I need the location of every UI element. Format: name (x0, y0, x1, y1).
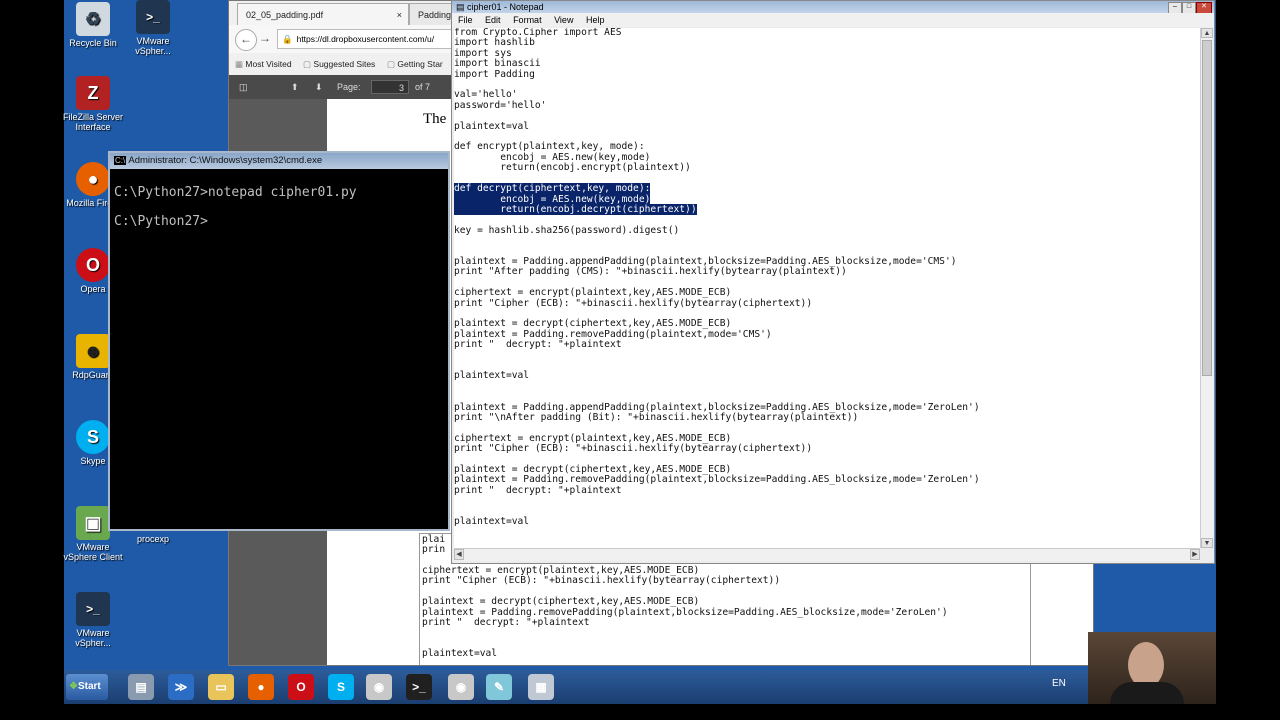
bookmark-icon: ▦ (235, 59, 244, 69)
desktop-icon-label: FileZilla Server Interface (62, 112, 123, 132)
url-text: https://dl.dropboxusercontent.com/u/ (296, 34, 435, 44)
scroll-left-icon[interactable]: ◀ (454, 549, 464, 560)
next-page-icon[interactable]: ⬇ (315, 75, 323, 99)
pdf-code-fragment-2: prin (422, 544, 446, 555)
rdpguard-icon: ☻ (76, 334, 110, 368)
terminal-icon: >_ (136, 0, 170, 34)
cmd-line: C:\Python27>notepad cipher01.py (114, 185, 357, 200)
code-text: key = hashlib.sha256(password).digest() … (454, 224, 980, 528)
scrollbar-thumb[interactable] (1202, 40, 1212, 376)
taskbar-powershell-icon[interactable]: ≫ (168, 674, 194, 700)
pdf-code-text: ciphertext = encrypt(plaintext,key,AES.M… (422, 565, 948, 660)
forward-icon[interactable]: → (259, 31, 271, 45)
bookmark-icon: ▢ (303, 59, 312, 69)
pdf-heading: The (423, 111, 447, 127)
vertical-scrollbar[interactable]: ▲ ▼ (1200, 28, 1213, 548)
notepad-titlebar[interactable]: ▤ cipher01 - Notepad – □ ✕ (452, 1, 1214, 14)
menu-format[interactable]: Format (513, 15, 542, 25)
url-bar[interactable]: 🔒 https://dl.dropboxusercontent.com/u/ (277, 29, 457, 49)
desktop-icon-procexp[interactable]: procexp (122, 534, 184, 544)
bookmark-label: Getting Star (397, 59, 443, 69)
page-label: Page: (337, 82, 361, 92)
scroll-up-icon[interactable]: ▲ (1201, 28, 1213, 38)
firefox-icon: ● (76, 162, 110, 196)
desktop-icon-vmware-top[interactable]: >_ VMware vSpher... (122, 0, 184, 56)
notepad-icon: ▤ (456, 2, 465, 12)
desktop-icon-label: procexp (136, 534, 170, 544)
cmd-title: Administrator: C:\Windows\system32\cmd.e… (128, 155, 323, 166)
tab-title: 02_05_padding.pdf (246, 10, 324, 20)
notepad-menubar: File Edit Format View Help (452, 13, 1214, 27)
sidebar-toggle-icon[interactable]: ◫ (239, 75, 248, 99)
notepad-window: ▤ cipher01 - Notepad – □ ✕ File Edit For… (451, 0, 1215, 564)
filezilla-icon: Z (76, 76, 110, 110)
taskbar-browser-2-icon[interactable]: ◉ (448, 674, 474, 700)
cmd-window: C:\ Administrator: C:\Windows\system32\c… (108, 151, 450, 531)
taskbar-cmd-icon[interactable]: >_ (406, 674, 432, 700)
code-text: from Crypto.Cipher import AES import has… (454, 28, 691, 174)
tab-pdf[interactable]: 02_05_padding.pdf × (237, 3, 409, 25)
lock-icon: 🔒 (282, 34, 293, 44)
taskbar-skype-icon[interactable]: S (328, 674, 354, 700)
taskbar (64, 670, 1216, 704)
desktop-icon-label: VMware vSpher... (75, 628, 111, 648)
bookmark-icon: ▢ (387, 59, 396, 69)
desktop-icon-vmware-vsphere[interactable]: >_ VMware vSpher... (62, 592, 124, 648)
start-label: Start (77, 681, 101, 692)
taskbar-calculator-icon[interactable]: ▦ (528, 674, 554, 700)
desktop-icon-recycle-bin[interactable]: ♻ Recycle Bin (62, 2, 124, 48)
recycle-bin-icon: ♻ (76, 2, 110, 36)
close-icon[interactable]: × (397, 4, 402, 26)
scroll-right-icon[interactable]: ▶ (1190, 549, 1200, 560)
menu-view[interactable]: View (554, 15, 573, 25)
taskbar-firefox-icon[interactable]: ● (248, 674, 274, 700)
skype-icon: S (76, 420, 110, 454)
cmd-icon: C:\ (114, 156, 127, 165)
opera-icon: O (76, 248, 110, 282)
page-total: of 7 (415, 82, 431, 92)
windows-logo-icon: ❖ (69, 681, 78, 692)
webcam-overlay (1088, 632, 1216, 704)
bookmark-label: Suggested Sites (313, 59, 376, 69)
taskbar-explorer-icon[interactable]: ▭ (208, 674, 234, 700)
language-indicator[interactable]: EN (1052, 678, 1066, 689)
bookmark-label: Most Visited (245, 59, 292, 69)
back-icon[interactable]: ← (235, 29, 257, 51)
bookmark-suggested[interactable]: ▢ Suggested Sites (303, 53, 375, 75)
desktop-icon-label: Recycle Bin (69, 38, 117, 48)
desktop-icon-label: VMware vSphere Client (63, 542, 123, 562)
page-number-input[interactable]: 3 (371, 80, 409, 94)
start-button[interactable]: ❖Start (66, 674, 108, 700)
cmd-prompt[interactable]: C:\Python27> (114, 214, 208, 229)
taskbar-chrome-like-icon[interactable]: ◉ (366, 674, 392, 700)
terminal-icon: >_ (76, 592, 110, 626)
presenter-body (1110, 682, 1184, 704)
notepad-text-area[interactable]: from Crypto.Cipher import AES import has… (454, 28, 1200, 548)
code-selection: def decrypt(ciphertext,key, mode): encob… (454, 183, 697, 215)
vsphere-icon: ▣ (76, 506, 110, 540)
desktop-icon-filezilla[interactable]: Z FileZilla Server Interface (62, 76, 124, 132)
cmd-titlebar[interactable]: C:\ Administrator: C:\Windows\system32\c… (110, 153, 448, 169)
taskbar-server-manager-icon[interactable]: ▤ (128, 674, 154, 700)
desktop-icon-label: VMware vSpher... (135, 36, 171, 56)
prev-page-icon[interactable]: ⬆ (291, 75, 299, 99)
horizontal-scrollbar[interactable]: ◀ ▶ (454, 548, 1200, 561)
taskbar-opera-icon[interactable]: O (288, 674, 314, 700)
menu-help[interactable]: Help (586, 15, 605, 25)
notepad-title: cipher01 - Notepad (467, 2, 544, 12)
bookmark-most-visited[interactable]: ▦ Most Visited (235, 53, 292, 75)
menu-file[interactable]: File (458, 15, 473, 25)
taskbar-notepad-icon[interactable]: ✎ (486, 674, 512, 700)
scroll-down-icon[interactable]: ▼ (1201, 538, 1213, 548)
menu-edit[interactable]: Edit (485, 15, 501, 25)
tab-title: Padding (418, 10, 452, 20)
bookmark-getting-started[interactable]: ▢ Getting Star (387, 53, 443, 75)
